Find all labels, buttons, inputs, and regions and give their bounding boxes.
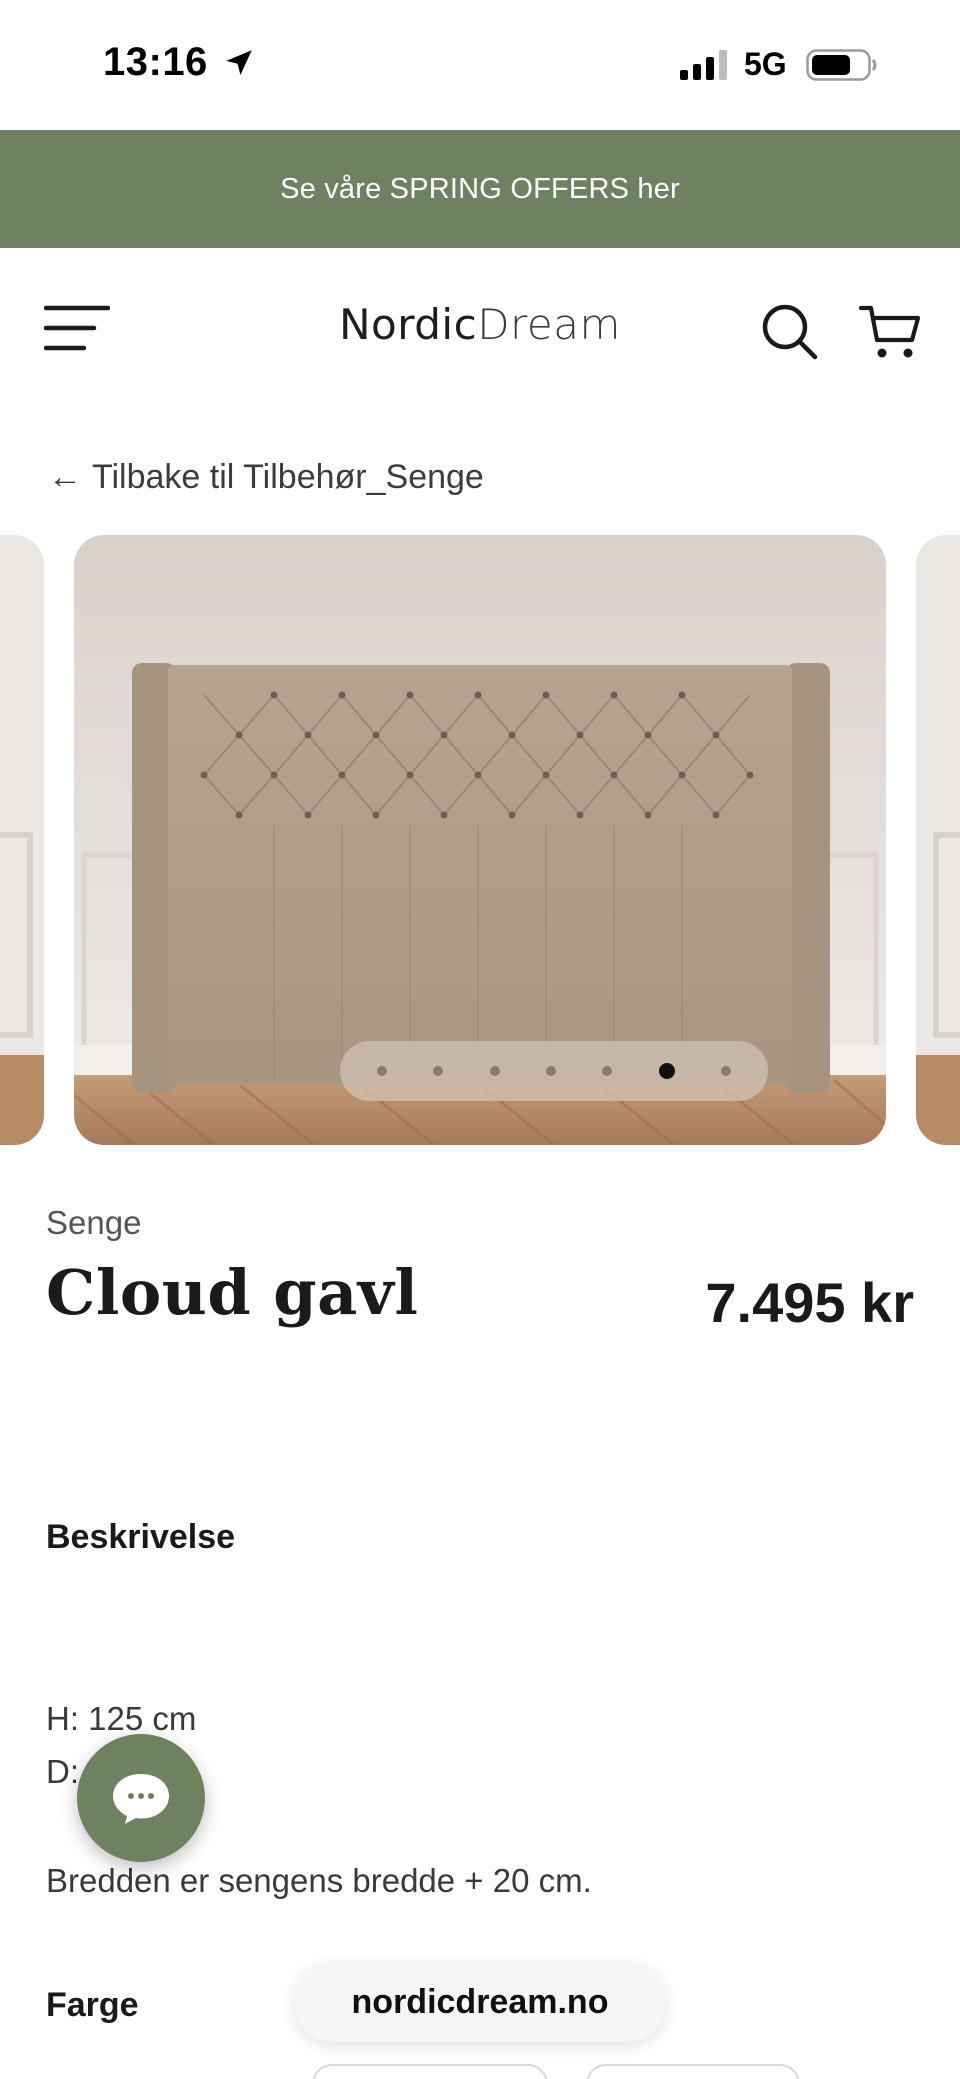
arrow-left-icon: ← (48, 458, 82, 496)
carousel-dot-active[interactable] (658, 1063, 675, 1079)
carousel-dot[interactable] (433, 1066, 444, 1076)
carousel-dot[interactable] (720, 1066, 731, 1076)
carousel-pagination (340, 1041, 768, 1101)
description-depth: D: (46, 1753, 79, 1790)
back-link-label: Tilbake til Tilbehør_Senge (92, 458, 484, 496)
carousel-slide-active[interactable] (74, 535, 886, 1145)
status-bar: 13:16 5G (0, 0, 960, 130)
description-height: H: 125 cm (46, 1700, 197, 1737)
battery-icon (806, 49, 877, 81)
promo-banner-text: Se våre SPRING OFFERS her (280, 172, 680, 205)
description-width-note: Bredden er sengens bredde + 20 cm. (46, 1862, 592, 1899)
product-price: 7.495 kr (705, 1271, 914, 1334)
status-time: 13:16 (103, 40, 208, 84)
cellular-signal-icon (680, 50, 727, 80)
browser-domain: nordicdream.no (351, 1982, 609, 2021)
product-category[interactable]: Senge (46, 1204, 141, 1242)
carousel-dot[interactable] (489, 1066, 500, 1076)
location-arrow-icon (226, 50, 252, 76)
color-option[interactable] (312, 2064, 548, 2079)
brand-logo-bold: Nordic (339, 300, 478, 349)
search-icon[interactable] (760, 302, 820, 362)
carousel-dot[interactable] (602, 1066, 613, 1076)
network-type: 5G (744, 46, 787, 82)
carousel-dot[interactable] (545, 1066, 556, 1076)
chat-bubble-icon (113, 1774, 169, 1824)
description-heading: Beskrivelse (46, 1518, 236, 1556)
brand-logo-light: Dream (477, 300, 621, 349)
browser-address-pill[interactable]: nordicdream.no (294, 1962, 666, 2042)
product-title: Cloud gavl (46, 1256, 419, 1329)
carousel-slide-next[interactable] (916, 535, 960, 1145)
back-to-category-link[interactable]: ← Tilbake til Tilbehør_Senge (48, 458, 484, 497)
color-heading: Farge (46, 1986, 139, 2024)
carousel-dot[interactable] (377, 1066, 388, 1076)
color-option[interactable] (586, 2064, 800, 2079)
product-image-carousel[interactable] (0, 535, 960, 1145)
chat-button[interactable] (77, 1734, 205, 1862)
carousel-slide-previous[interactable] (0, 535, 44, 1145)
site-header: NordicDream (0, 248, 960, 408)
promo-banner[interactable]: Se våre SPRING OFFERS her (0, 130, 960, 248)
cart-icon[interactable] (858, 302, 922, 362)
